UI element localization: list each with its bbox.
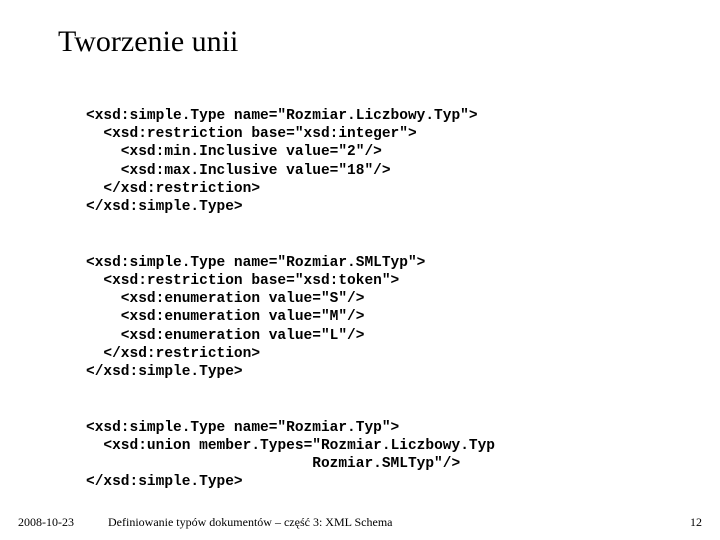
slide: Tworzenie unii <xsd:simple.Type name="Ro… <box>0 0 720 540</box>
code-line: <xsd:simple.Type name="Rozmiar.Typ"> <box>86 420 399 436</box>
code-line: <xsd:restriction base="xsd:token"> <box>86 273 399 289</box>
code-line-part <box>190 438 199 454</box>
code-line: <xsd:enumeration value="M"/> <box>86 309 364 325</box>
code-line: Rozmiar.SMLTyp"/> <box>86 456 460 472</box>
code-line-part: <xsd: <box>86 438 147 454</box>
code-line: </xsd:simple.Type> <box>86 199 243 215</box>
code-line: </xsd:simple.Type> <box>86 364 243 380</box>
code-line: </xsd:restriction> <box>86 346 260 362</box>
code-line: </xsd:restriction> <box>86 181 260 197</box>
code-line: <xsd:enumeration value="L"/> <box>86 328 364 344</box>
code-line: <xsd:enumeration value="S"/> <box>86 291 364 307</box>
code-block-1: <xsd:simple.Type name="Rozmiar.Liczbowy.… <box>86 89 662 216</box>
code-line: <xsd:max.Inclusive value="18"/> <box>86 163 391 179</box>
footer-page-number: 12 <box>672 515 702 530</box>
slide-title: Tworzenie unii <box>58 25 662 59</box>
code-line: <xsd:min.Inclusive value="2"/> <box>86 144 382 160</box>
slide-footer: 2008-10-23 Definiowanie typów dokumentów… <box>0 515 720 530</box>
footer-date: 2008-10-23 <box>18 515 98 530</box>
code-block-3: <xsd:simple.Type name="Rozmiar.Typ"> <xs… <box>86 401 662 492</box>
code-line: <xsd:simple.Type name="Rozmiar.Liczbowy.… <box>86 108 478 124</box>
code-line: <xsd:restriction base="xsd:integer"> <box>86 126 417 142</box>
code-line: </xsd:simple.Type> <box>86 474 243 490</box>
code-block-2: <xsd:simple.Type name="Rozmiar.SMLTyp"> … <box>86 236 662 381</box>
code-line: <xsd:simple.Type name="Rozmiar.SMLTyp"> <box>86 255 425 271</box>
union-keyword: union <box>147 438 191 454</box>
footer-title: Definiowanie typów dokumentów – część 3:… <box>98 515 672 530</box>
member-types-attr: member.Types <box>199 438 303 454</box>
code-line-part: ="Rozmiar.Liczbowy.Typ <box>304 438 495 454</box>
